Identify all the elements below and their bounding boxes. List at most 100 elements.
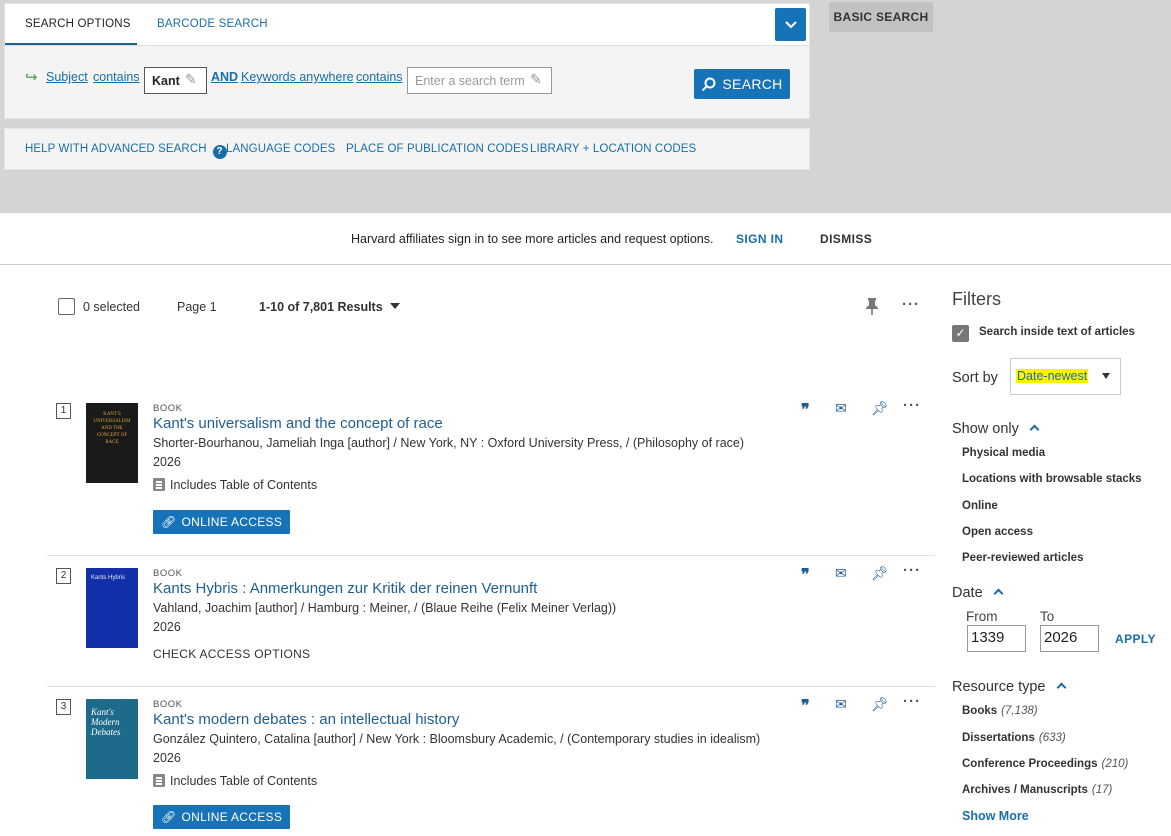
sort-by-select[interactable]: Date-newest bbox=[1010, 358, 1121, 395]
search-button-label: SEARCH bbox=[722, 76, 783, 92]
filter-books[interactable]: Books (7,138) bbox=[962, 705, 1038, 717]
selected-count: 0 selected bbox=[83, 300, 140, 314]
result-author-publisher: Shorter-Bourhanou, Jameliah Inga [author… bbox=[153, 436, 745, 450]
filter-physical-media[interactable]: Physical media bbox=[962, 447, 1045, 459]
field-select-keywords[interactable]: Keywords anywhere bbox=[241, 70, 354, 84]
boolean-operator[interactable]: AND bbox=[211, 70, 238, 84]
table-of-contents-link[interactable]: Includes Table of Contents bbox=[153, 774, 317, 788]
result-number: 3 bbox=[56, 699, 71, 715]
search-inside-checkbox[interactable]: ✓ bbox=[952, 325, 969, 342]
advanced-search-area: SEARCH OPTIONS BARCODE SEARCH ↪ Subject … bbox=[0, 0, 1171, 213]
search-term-input-1[interactable]: Kant ✎ bbox=[144, 67, 207, 94]
caret-down-icon bbox=[1102, 373, 1110, 379]
book-cover-image[interactable]: Kant's Modern Debates bbox=[86, 699, 138, 779]
resource-type-label: BOOK bbox=[153, 568, 183, 579]
toc-label: Includes Table of Contents bbox=[170, 774, 318, 788]
operator-select-2[interactable]: contains bbox=[356, 70, 403, 84]
filter-conference-proceedings[interactable]: Conference Proceedings (210) bbox=[962, 758, 1128, 770]
online-access-button[interactable]: 🔗︎ ONLINE ACCESS bbox=[153, 805, 291, 829]
show-more-link[interactable]: Show More bbox=[962, 809, 1029, 823]
result-title-link[interactable]: Kant's universalism and the concept of r… bbox=[153, 415, 443, 432]
more-options-icon[interactable]: ··· bbox=[903, 562, 921, 579]
document-icon bbox=[153, 478, 165, 491]
filter-count: (7,138) bbox=[1001, 705, 1038, 717]
tab-barcode-search[interactable]: BARCODE SEARCH bbox=[157, 18, 268, 30]
result-year: 2026 bbox=[153, 620, 181, 634]
result-year: 2026 bbox=[153, 751, 181, 765]
result-number: 2 bbox=[56, 568, 71, 584]
resource-type-label: BOOK bbox=[153, 403, 183, 414]
link-icon: 🔗︎ bbox=[161, 810, 177, 824]
more-options-icon[interactable]: ··· bbox=[902, 296, 920, 313]
cover-text: Kant's Modern Debates bbox=[91, 707, 121, 737]
search-inside-label: Search inside text of articles bbox=[979, 326, 1135, 338]
check-access-options-link[interactable]: CHECK ACCESS OPTIONS bbox=[153, 647, 310, 661]
show-only-toggle[interactable]: Show only bbox=[952, 421, 1040, 437]
basic-search-button[interactable]: BASIC SEARCH bbox=[829, 2, 933, 32]
email-icon[interactable]: ✉ bbox=[835, 696, 847, 713]
date-to-input[interactable]: 2026 bbox=[1040, 625, 1099, 652]
email-icon[interactable]: ✉ bbox=[835, 565, 847, 582]
pin-icon[interactable]: 📌︎ bbox=[871, 565, 889, 582]
cover-text: Kants Hybris bbox=[91, 575, 126, 581]
document-icon bbox=[153, 774, 165, 787]
date-from-label: From bbox=[966, 609, 998, 624]
filter-browsable-stacks[interactable]: Locations with browsable stacks bbox=[962, 473, 1142, 485]
cite-icon[interactable]: ❞ bbox=[801, 696, 810, 716]
resource-type-toggle[interactable]: Resource type bbox=[952, 679, 1066, 695]
pin-icon[interactable] bbox=[865, 297, 879, 315]
pin-icon[interactable]: 📌︎ bbox=[871, 400, 889, 417]
book-cover-image[interactable]: Kants Hybris bbox=[86, 568, 138, 648]
help-advanced-search-link[interactable]: HELP WITH ADVANCED SEARCH? bbox=[25, 143, 227, 159]
more-options-icon[interactable]: ··· bbox=[903, 397, 921, 414]
result-title-link[interactable]: Kant's modern debates : an intellectual … bbox=[153, 711, 459, 728]
sort-selected-value: Date-newest bbox=[1016, 369, 1089, 383]
question-icon: ? bbox=[212, 145, 227, 159]
table-of-contents-link[interactable]: Includes Table of Contents bbox=[153, 478, 317, 492]
field-select-subject[interactable]: Subject bbox=[46, 70, 88, 84]
filter-open-access[interactable]: Open access bbox=[962, 526, 1033, 538]
apply-date-button[interactable]: APPLY bbox=[1115, 632, 1156, 646]
more-options-icon[interactable]: ··· bbox=[903, 693, 921, 710]
online-access-button[interactable]: 🔗︎ ONLINE ACCESS bbox=[153, 510, 291, 534]
query-row: ↪ Subject contains Kant ✎ AND Keywords a… bbox=[5, 64, 805, 98]
toc-label: Includes Table of Contents bbox=[170, 478, 318, 492]
search-button[interactable]: SEARCH bbox=[694, 69, 790, 99]
date-from-input[interactable]: 1339 bbox=[967, 625, 1026, 652]
search-term-value: Kant bbox=[152, 74, 180, 88]
cite-icon[interactable]: ❞ bbox=[801, 565, 810, 585]
chevron-up-icon bbox=[1056, 682, 1066, 693]
pin-icon[interactable]: 📌︎ bbox=[871, 696, 889, 713]
result-item-1: 1 KANT'S UNIVERSALISM AND THE CONCEPT OF… bbox=[47, 397, 935, 550]
result-item-2: 2 Kants Hybris BOOK Kants Hybris : Anmer… bbox=[47, 562, 935, 680]
email-icon[interactable]: ✉ bbox=[835, 400, 847, 417]
book-cover-image[interactable]: KANT'S UNIVERSALISM AND THE CONCEPT OF R… bbox=[86, 403, 138, 483]
dismiss-link[interactable]: DISMISS bbox=[820, 232, 872, 246]
result-item-3: 3 Kant's Modern Debates BOOK Kant's mode… bbox=[47, 693, 935, 836]
signin-link[interactable]: SIGN IN bbox=[736, 232, 783, 246]
filter-peer-reviewed[interactable]: Peer-reviewed articles bbox=[962, 552, 1083, 564]
place-of-publication-codes-link[interactable]: PLACE OF PUBLICATION CODES bbox=[346, 143, 529, 155]
help-links-bar: HELP WITH ADVANCED SEARCH? LANGUAGE CODE… bbox=[4, 128, 810, 170]
help-link-label: HELP WITH ADVANCED SEARCH bbox=[25, 143, 207, 155]
library-location-codes-link[interactable]: LIBRARY + LOCATION CODES bbox=[530, 143, 696, 155]
result-number: 1 bbox=[56, 403, 71, 419]
filter-online[interactable]: Online bbox=[962, 500, 998, 512]
operator-select-1[interactable]: contains bbox=[93, 70, 140, 84]
filter-dissertations[interactable]: Dissertations (633) bbox=[962, 732, 1066, 744]
language-codes-link[interactable]: LANGUAGE CODES bbox=[226, 143, 335, 155]
cite-icon[interactable]: ❞ bbox=[801, 400, 810, 420]
expand-search-button[interactable] bbox=[775, 8, 806, 41]
result-divider bbox=[47, 686, 935, 687]
result-title-link[interactable]: Kants Hybris : Anmerkungen zur Kritik de… bbox=[153, 580, 537, 597]
chevron-up-icon bbox=[993, 588, 1004, 599]
select-all-checkbox[interactable] bbox=[58, 298, 75, 315]
link-icon: 🔗︎ bbox=[161, 515, 177, 529]
results-range-dropdown[interactable]: 1-10 of 7,801 Results bbox=[259, 300, 400, 314]
filter-archives-manuscripts[interactable]: Archives / Manuscripts (17) bbox=[962, 784, 1112, 796]
date-filter-toggle[interactable]: Date bbox=[952, 585, 1004, 601]
filter-name: Conference Proceedings bbox=[962, 758, 1098, 770]
tab-search-options[interactable]: SEARCH OPTIONS bbox=[25, 18, 131, 30]
search-term-input-2[interactable]: Enter a search term ✎ bbox=[407, 67, 552, 94]
checkmark-icon: ✓ bbox=[955, 326, 966, 340]
